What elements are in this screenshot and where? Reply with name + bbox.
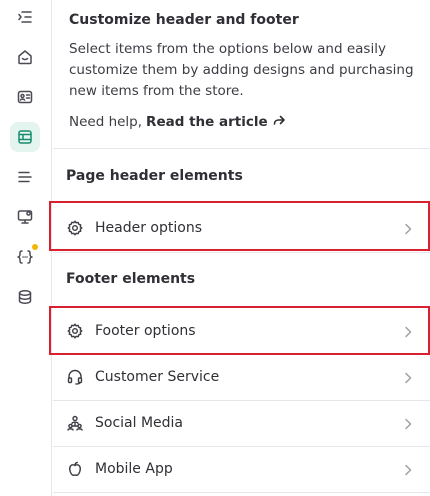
chevron-right-icon [402, 324, 414, 338]
divider [53, 252, 430, 253]
footer-section-title: Footer elements [66, 271, 196, 287]
id-card-icon[interactable] [14, 86, 36, 108]
monitor-settings-icon[interactable] [14, 206, 36, 228]
home-icon[interactable] [14, 46, 36, 68]
customer-service-row[interactable]: Customer Service [53, 355, 430, 399]
chevron-right-icon [402, 416, 414, 430]
users-network-icon [66, 414, 84, 432]
share-arrow-icon[interactable] [272, 113, 286, 131]
divider [53, 148, 430, 149]
headset-icon [66, 368, 84, 386]
notification-dot [32, 244, 38, 250]
side-rail [0, 0, 52, 496]
chevron-right-icon [402, 221, 414, 235]
intro-block: Customize header and footer Select items… [69, 10, 419, 131]
chevron-right-icon [402, 370, 414, 384]
social-media-row[interactable]: Social Media [53, 401, 430, 445]
header-options-label: Header options [95, 220, 202, 236]
mobile-app-label: Mobile App [95, 461, 173, 477]
header-options-row[interactable]: Header options [53, 206, 430, 250]
footer-options-row[interactable]: Footer options [53, 309, 430, 353]
help-line: Need help, Read the article [69, 113, 419, 131]
header-footer-panel: Customize header and footer Select items… [53, 0, 430, 496]
intro-title: Customize header and footer [69, 12, 299, 28]
help-prefix: Need help, [69, 114, 143, 130]
collapse-menu-icon[interactable] [14, 6, 36, 28]
social-media-label: Social Media [95, 415, 184, 431]
list-icon[interactable] [14, 166, 36, 188]
read-article-link[interactable]: Read the article [146, 114, 268, 130]
gear-icon [66, 219, 84, 237]
mobile-app-row[interactable]: Mobile App [53, 447, 430, 491]
database-icon[interactable] [14, 286, 36, 308]
divider [53, 492, 430, 493]
page-header-section-title: Page header elements [66, 168, 243, 184]
code-braces-icon[interactable] [14, 244, 38, 268]
chevron-right-icon [402, 462, 414, 476]
footer-options-label: Footer options [95, 323, 196, 339]
intro-description: Select items from the options below and … [69, 41, 414, 99]
apple-icon [66, 460, 84, 478]
layout-icon[interactable] [10, 122, 40, 152]
gear-icon [66, 322, 84, 340]
customer-service-label: Customer Service [95, 369, 220, 385]
